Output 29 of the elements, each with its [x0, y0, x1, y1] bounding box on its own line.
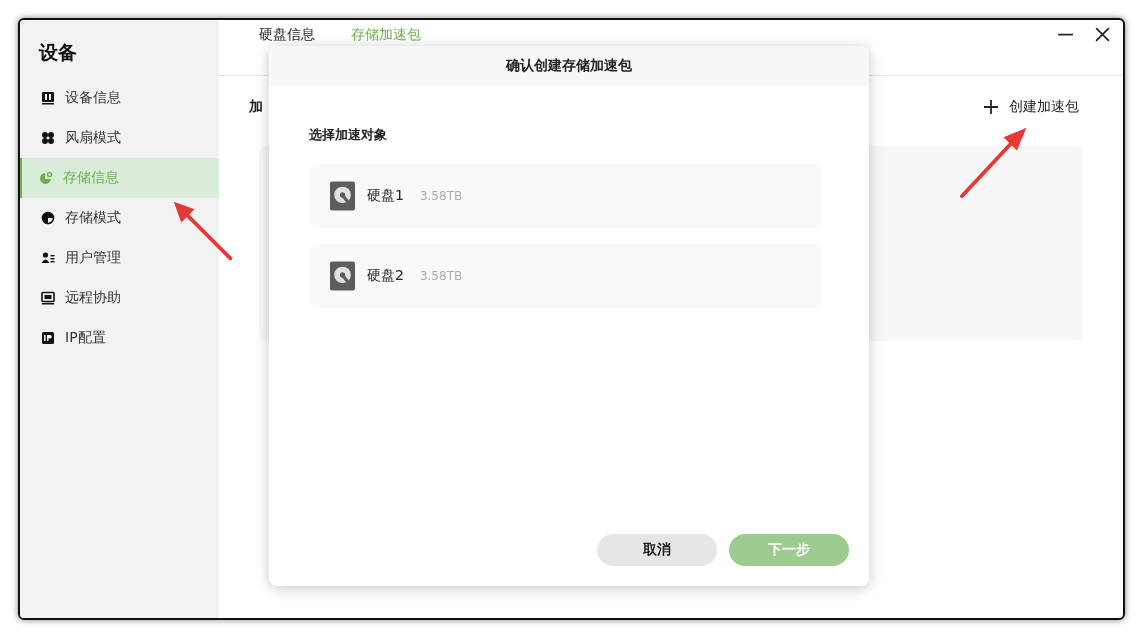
sidebar-title: 设备	[37, 40, 78, 65]
cancel-button[interactable]: 取消	[597, 534, 717, 566]
disk-option[interactable]: 硬盘1 3.58TB	[309, 164, 821, 228]
dialog-prompt: 选择加速对象	[309, 126, 388, 144]
sidebar-item[interactable]: 存储模式	[20, 198, 219, 238]
ip-icon	[41, 331, 55, 345]
tab[interactable]: 硬盘信息	[259, 26, 315, 45]
hard-drive-icon	[330, 181, 355, 211]
disk-option[interactable]: 硬盘2 3.58TB	[309, 244, 821, 308]
device-icon	[41, 91, 55, 105]
hard-drive-icon	[330, 261, 355, 291]
disk-name: 硬盘1	[367, 187, 404, 205]
sidebar-item[interactable]: 用户管理	[20, 238, 219, 278]
sidebar-item[interactable]: IP配置	[20, 318, 219, 358]
disk-name: 硬盘2	[367, 267, 404, 285]
pie-chart-icon	[39, 171, 53, 185]
dialog-title: 确认创建存储加速包	[506, 57, 632, 75]
sidebar-item[interactable]: 风扇模式	[20, 118, 219, 158]
section-heading: 加	[249, 98, 263, 116]
monitor-icon	[41, 291, 55, 305]
disk-size: 3.58TB	[419, 189, 463, 203]
plus-icon	[983, 99, 999, 115]
users-icon	[41, 251, 55, 265]
disk-size: 3.58TB	[419, 269, 463, 283]
sidebar-item[interactable]: 设备信息	[20, 78, 219, 118]
create-button[interactable]: 创建加速包	[983, 98, 1079, 116]
sidebar-item[interactable]: 远程协助	[20, 278, 219, 318]
close-icon[interactable]	[1094, 26, 1111, 43]
half-circle-icon	[41, 211, 55, 225]
